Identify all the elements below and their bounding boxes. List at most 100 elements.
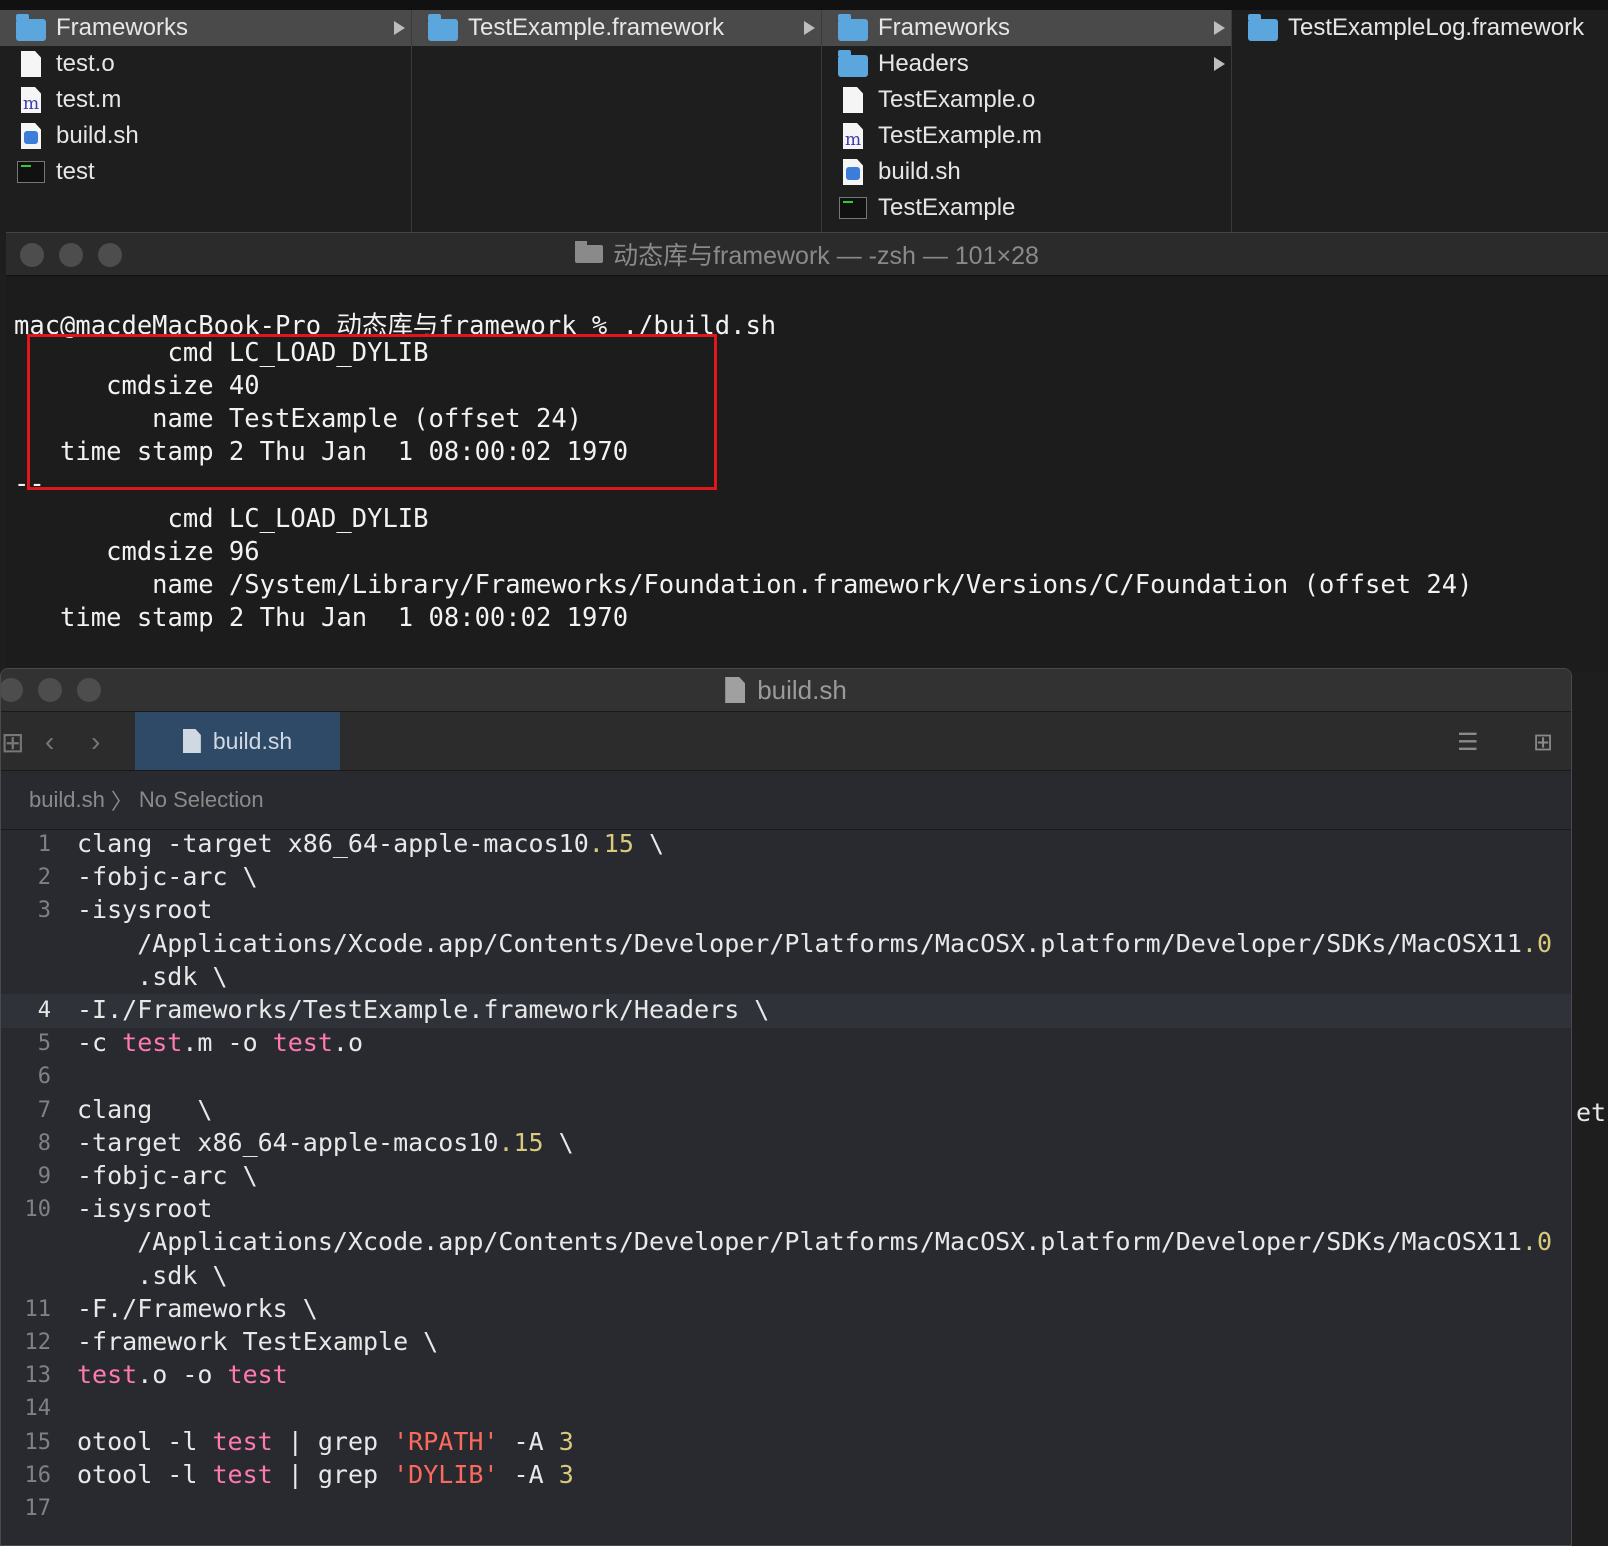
code-line[interactable]: .sdk \ xyxy=(77,1261,227,1290)
zoom-button[interactable] xyxy=(98,243,122,267)
add-editor-icon[interactable]: ⊞ xyxy=(1533,728,1553,757)
forward-button[interactable]: › xyxy=(91,726,100,758)
editor-window: build.sh ⊞ ‹ › build.sh ☰ ⊞ build.sh 〉 N… xyxy=(0,668,1572,1546)
code-line[interactable]: -isysroot xyxy=(77,895,212,924)
code-line[interactable]: -fobjc-arc \ xyxy=(77,1161,258,1190)
line-number: 17 xyxy=(24,1496,52,1521)
code-line[interactable]: -framework TestExample \ xyxy=(77,1327,438,1356)
code-line[interactable]: clang -target x86_64-apple-macos10.15 \ xyxy=(77,829,664,858)
close-button[interactable] xyxy=(20,243,44,267)
line-number: 4 xyxy=(37,998,51,1023)
terminal-line: name /System/Library/Frameworks/Foundati… xyxy=(14,570,1473,600)
finder-item-label: TestExample xyxy=(878,194,1016,221)
finder-item-label: Frameworks xyxy=(56,14,189,41)
finder-column-3[interactable]: Frameworks Headers TestExample.o m TestExamp… xyxy=(822,10,1232,232)
finder-item[interactable]: test xyxy=(0,154,411,190)
line-number: 5 xyxy=(37,1031,51,1057)
objc-file-icon: m xyxy=(838,122,868,150)
shell-script-icon xyxy=(16,122,46,150)
terminal-title-bar: 动态库与framework — -zsh — 101×28 xyxy=(6,233,1608,276)
finder-item[interactable]: m test.m xyxy=(0,82,411,118)
code-line[interactable]: clang \ xyxy=(77,1095,212,1124)
finder-item[interactable]: Frameworks xyxy=(822,10,1231,46)
code-line[interactable]: /Applications/Xcode.app/Contents/Develop… xyxy=(77,1227,1552,1256)
folder-icon xyxy=(838,50,868,78)
folder-icon xyxy=(575,241,604,263)
code-line[interactable]: -target x86_64-apple-macos10.15 \ xyxy=(77,1128,574,1157)
code-line[interactable]: -isysroot xyxy=(77,1194,212,1223)
jump-bar-file[interactable]: build.sh xyxy=(29,787,105,813)
document-icon xyxy=(16,50,46,78)
tab-build-sh[interactable]: build.sh xyxy=(135,712,340,770)
line-number: 3 xyxy=(37,898,51,924)
finder-item-label: TestExample.framework xyxy=(468,14,725,41)
finder-item-label: TestExample.m xyxy=(878,122,1043,149)
finder-item[interactable]: build.sh xyxy=(0,118,411,154)
line-number: 15 xyxy=(24,1429,52,1455)
finder-item-label: TestExample.o xyxy=(878,86,1036,113)
finder-item[interactable]: TestExample xyxy=(822,190,1231,226)
finder-item[interactable]: m TestExample.m xyxy=(822,118,1231,154)
finder-item[interactable]: Frameworks xyxy=(0,10,411,46)
finder-item[interactable]: TestExample.o xyxy=(822,82,1231,118)
window-controls xyxy=(20,243,122,267)
executable-icon xyxy=(838,194,868,222)
code-line[interactable]: -F./Frameworks \ xyxy=(77,1294,318,1323)
code-line[interactable]: /Applications/Xcode.app/Contents/Develop… xyxy=(77,929,1552,958)
finder-item-label: build.sh xyxy=(56,122,139,149)
code-line[interactable]: -c test.m -o test.o xyxy=(77,1028,363,1057)
line-number: 12 xyxy=(24,1330,52,1355)
terminal-window: 动态库与framework — -zsh — 101×28 mac@macdeM… xyxy=(6,232,1608,673)
line-number: 2 xyxy=(37,865,51,891)
code-line[interactable]: -I./Frameworks/TestExample.framework/Hea… xyxy=(77,995,769,1024)
line-number: 9 xyxy=(37,1164,51,1189)
disclosure-arrow-icon xyxy=(1214,21,1225,35)
line-number: 6 xyxy=(37,1064,51,1090)
line-number: 11 xyxy=(24,1296,52,1322)
code-line[interactable]: otool -l test | grep 'RPATH' -A 3 xyxy=(77,1427,574,1456)
finder-item[interactable]: build.sh xyxy=(822,154,1231,190)
finder-item[interactable]: test.o xyxy=(0,46,411,82)
editor-toolbar: ⊞ ‹ › build.sh ☰ ⊞ xyxy=(1,712,1571,771)
finder-item[interactable]: Headers xyxy=(822,46,1231,82)
code-line[interactable]: otool -l test | grep 'DYLIB' -A 3 xyxy=(77,1460,574,1489)
disclosure-arrow-icon xyxy=(394,21,405,35)
folder-icon xyxy=(428,14,458,42)
shell-script-icon xyxy=(182,729,201,753)
background-text-fragment: et xyxy=(1576,1098,1607,1127)
finder-column-view: Frameworks test.o m test.m build.sh test Test… xyxy=(0,0,1608,232)
finder-item[interactable]: TestExampleLog.framework xyxy=(1232,10,1608,46)
finder-column-4[interactable]: TestExampleLog.framework xyxy=(1232,10,1608,232)
jump-bar-selection[interactable]: No Selection xyxy=(139,787,264,813)
close-button[interactable] xyxy=(1,678,23,702)
minimize-button[interactable] xyxy=(38,678,62,702)
back-button[interactable]: ‹ xyxy=(45,726,54,758)
finder-column-1[interactable]: Frameworks test.o m test.m build.sh test xyxy=(0,10,412,232)
editor-options-icon[interactable]: ☰ xyxy=(1457,728,1479,757)
folder-icon xyxy=(838,14,868,42)
terminal-title: 动态库与framework — -zsh — 101×28 xyxy=(613,242,1039,270)
finder-column-2[interactable]: TestExample.framework xyxy=(412,10,822,232)
folder-icon xyxy=(16,14,46,42)
code-line[interactable]: -fobjc-arc \ xyxy=(77,862,258,891)
tab-label: build.sh xyxy=(212,727,293,754)
finder-item-label: test xyxy=(56,158,95,185)
finder-item-label: Frameworks xyxy=(878,14,1011,41)
folder-icon xyxy=(1248,14,1278,42)
zoom-button[interactable] xyxy=(77,678,101,702)
finder-item-label: TestExampleLog.framework xyxy=(1288,14,1585,41)
line-number: 14 xyxy=(24,1396,52,1422)
editor-window-title: build.sh xyxy=(757,674,847,705)
minimize-button[interactable] xyxy=(59,243,83,267)
finder-item[interactable]: TestExample.framework xyxy=(412,10,821,46)
line-number: 16 xyxy=(24,1462,52,1488)
line-number: 10 xyxy=(24,1197,52,1223)
finder-item-label: Headers xyxy=(878,50,969,77)
chevron-right-icon: 〉 xyxy=(110,789,133,814)
code-line[interactable]: test.o -o test xyxy=(77,1360,288,1389)
related-items-icon[interactable]: ⊞ xyxy=(1,726,24,759)
terminal-line: cmd LC_LOAD_DYLIB xyxy=(14,504,429,534)
terminal-line: cmdsize 96 xyxy=(14,537,260,567)
line-number: 13 xyxy=(24,1363,52,1389)
code-line[interactable]: .sdk \ xyxy=(77,962,227,991)
